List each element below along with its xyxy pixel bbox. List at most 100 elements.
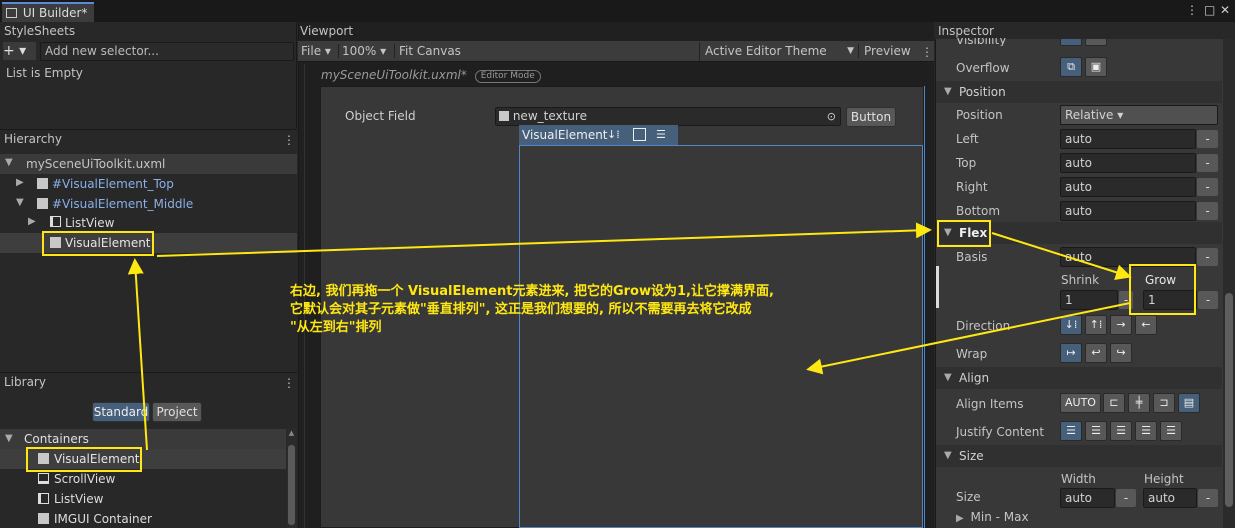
align-items-auto-button[interactable]: AUTO	[1060, 393, 1101, 413]
direction-column-reverse-button[interactable]: ↑⁞	[1085, 315, 1107, 335]
library-item[interactable]: IMGUI Container	[0, 509, 286, 528]
justify-end-button[interactable]: ☰	[1110, 421, 1132, 441]
maximize-icon[interactable]: □	[1204, 3, 1215, 17]
hierarchy-item[interactable]: ▼ #VisualElement_Middle	[0, 194, 297, 214]
justify-center-button[interactable]: ☰	[1085, 421, 1107, 441]
left-unit-button[interactable]: -	[1197, 130, 1218, 148]
grow-unit-button[interactable]: -	[1198, 291, 1218, 309]
annotation-line: 它默认会对其子元素做"垂直排列", 这正是我们想要的, 所以不需要再去将它改成	[290, 302, 752, 317]
min-max-row[interactable]: ▶ Min - Max	[956, 510, 1029, 524]
overflow-hidden-button[interactable]: ▣	[1085, 57, 1107, 77]
object-field-input[interactable]: new_texture ⊙	[495, 107, 841, 126]
stylesheets-title: StyleSheets	[4, 24, 76, 38]
align-stretch-icon[interactable]	[633, 128, 646, 141]
flex-direction-icon[interactable]: ↓⁞	[607, 125, 620, 145]
hierarchy-item-label: #VisualElement_Middle	[52, 197, 194, 211]
object-picker-icon[interactable]: ⊙	[827, 108, 836, 125]
direction-column-button[interactable]: ↓⁞	[1060, 315, 1082, 335]
size-section-header[interactable]: ▼ Size	[936, 445, 1222, 467]
direction-row-button[interactable]: →	[1110, 315, 1132, 335]
basis-unit-button[interactable]: -	[1197, 248, 1218, 266]
theme-dropdown[interactable]: Active Editor Theme ▼	[699, 42, 858, 61]
library-group-row[interactable]: ▼ Containers	[0, 429, 286, 449]
width-input[interactable]: auto	[1060, 488, 1115, 508]
right-input[interactable]: auto	[1060, 177, 1196, 197]
top-unit-button[interactable]: -	[1197, 154, 1218, 172]
add-selector-input[interactable]: Add new selector...	[40, 42, 294, 61]
hierarchy-root-row[interactable]: ▼ mySceneUiToolkit.uxml	[0, 154, 297, 174]
object-field-button[interactable]: Button	[846, 107, 896, 127]
align-items-stretch-button[interactable]: ▤	[1178, 393, 1200, 413]
flex-override-indicator	[936, 266, 939, 308]
width-unit-button[interactable]: -	[1116, 489, 1136, 507]
visibility-hidden-button[interactable]	[1085, 38, 1107, 46]
align-section-header[interactable]: ▼ Align	[936, 367, 1222, 389]
min-max-label: Min - Max	[970, 510, 1029, 524]
library-tab-project[interactable]: Project	[152, 402, 202, 422]
library-item[interactable]: ScrollView	[0, 469, 286, 489]
zoom-dropdown[interactable]: 100% ▾	[338, 44, 394, 58]
hierarchy-title: Hierarchy	[4, 132, 63, 146]
height-input[interactable]: auto	[1143, 488, 1197, 508]
position-dropdown[interactable]: Relative ▾	[1060, 105, 1218, 125]
expand-arrow-icon[interactable]: ▶	[28, 216, 36, 227]
align-items-end-button[interactable]: ⊐	[1153, 393, 1175, 413]
file-menu-button[interactable]: File ▾	[301, 44, 331, 58]
top-input[interactable]: auto	[1060, 153, 1196, 173]
left-input[interactable]: auto	[1060, 129, 1196, 149]
justify-icon[interactable]: ☰	[656, 125, 666, 145]
visual-element-tag-label: VisualElement	[522, 128, 608, 142]
expand-arrow-icon[interactable]: ▼	[5, 157, 13, 168]
shrink-input[interactable]: 1	[1060, 290, 1118, 310]
expand-arrow-icon[interactable]: ▼	[5, 433, 13, 444]
overflow-visible-button[interactable]: ⧉	[1060, 57, 1082, 77]
align-items-center-button[interactable]: ╪	[1128, 393, 1150, 413]
visibility-visible-button[interactable]	[1060, 38, 1082, 46]
wrap-wrap-button[interactable]: ↩	[1085, 343, 1107, 363]
expand-arrow-icon[interactable]: ▼	[944, 367, 952, 389]
close-icon[interactable]: ✕	[1220, 3, 1230, 17]
bottom-unit-button[interactable]: -	[1197, 202, 1218, 220]
scrollbar-thumb[interactable]	[288, 445, 295, 525]
inspector-scrollbar[interactable]	[1223, 39, 1235, 528]
window-icon	[6, 8, 17, 18]
justify-space-around-button[interactable]: ☰	[1160, 421, 1182, 441]
ui-builder-tab[interactable]: UI Builder*	[2, 2, 94, 22]
expand-arrow-icon[interactable]: ▼	[944, 81, 952, 103]
wrap-label: Wrap	[956, 347, 988, 361]
flex-highlight-box	[937, 220, 991, 247]
library-menu-icon[interactable]: ⋮	[283, 376, 295, 390]
scrollbar-thumb[interactable]	[1225, 293, 1233, 507]
expand-arrow-icon[interactable]: ▼	[944, 445, 952, 467]
fit-canvas-button[interactable]: Fit Canvas	[394, 44, 464, 58]
hierarchy-item[interactable]: ▶ ListView	[0, 213, 297, 233]
list-view-icon	[50, 216, 61, 227]
library-scrollbar[interactable]: ▲	[287, 429, 296, 528]
viewport-title: Viewport	[300, 24, 354, 38]
wrap-reverse-button[interactable]: ↪	[1110, 343, 1132, 363]
scroll-up-icon[interactable]: ▲	[287, 429, 296, 437]
expand-arrow-icon[interactable]: ▼	[16, 197, 24, 208]
library-item[interactable]: ListView	[0, 489, 286, 509]
justify-start-button[interactable]: ☰	[1060, 421, 1082, 441]
wrap-nowrap-button[interactable]: ↦	[1060, 343, 1082, 363]
justify-space-between-button[interactable]: ☰	[1135, 421, 1157, 441]
align-section-title: Align	[959, 371, 990, 385]
visual-element-tag[interactable]: VisualElement ↓⁞ ☰	[519, 125, 678, 145]
direction-row-reverse-button[interactable]: ←	[1135, 315, 1157, 335]
preview-button[interactable]: Preview	[858, 44, 916, 58]
expand-arrow-icon[interactable]: ▶	[956, 513, 964, 524]
window-menu-icon[interactable]: ⋮	[1186, 3, 1198, 17]
viewport-menu-icon[interactable]: ⋮	[921, 45, 933, 59]
right-unit-button[interactable]: -	[1197, 178, 1218, 196]
hierarchy-menu-icon[interactable]: ⋮	[283, 133, 295, 147]
hierarchy-item[interactable]: ▶ #VisualElement_Top	[0, 174, 297, 194]
library-tab-standard[interactable]: Standard	[92, 402, 150, 422]
align-items-start-button[interactable]: ⊏	[1103, 393, 1125, 413]
add-stylesheet-button[interactable]: + ▾	[3, 42, 36, 60]
expand-arrow-icon[interactable]: ▶	[16, 177, 24, 188]
tab-title: UI Builder*	[22, 6, 88, 20]
bottom-input[interactable]: auto	[1060, 201, 1196, 221]
height-unit-button[interactable]: -	[1198, 489, 1218, 507]
position-section-header[interactable]: ▼ Position	[936, 81, 1222, 103]
